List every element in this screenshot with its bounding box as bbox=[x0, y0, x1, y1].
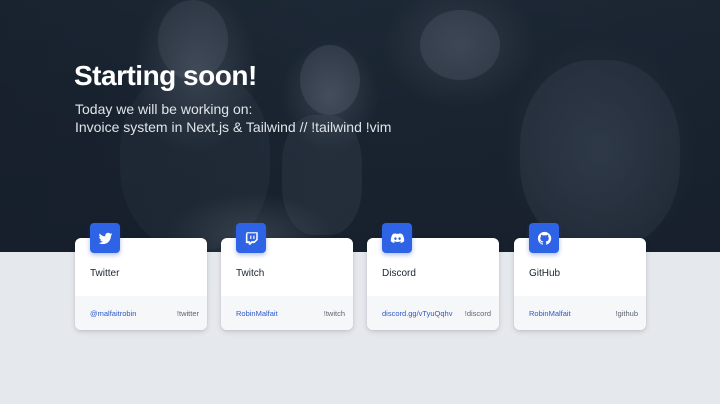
card-command: !discord bbox=[464, 308, 491, 318]
twitch-icon bbox=[236, 223, 266, 253]
github-icon bbox=[529, 223, 559, 253]
card-footer: @malfaitrobin !twitter bbox=[75, 296, 207, 330]
social-card-discord[interactable]: Discord discord.gg/vTyuQqhv !discord bbox=[367, 223, 499, 330]
card-title: GitHub bbox=[529, 268, 561, 279]
twitter-icon bbox=[90, 223, 120, 253]
card-title: Twitch bbox=[236, 268, 265, 279]
card-title: Discord bbox=[382, 268, 416, 279]
card-command: !github bbox=[615, 308, 638, 318]
social-cards: Twitter @malfaitrobin !twitter Twitch Ro… bbox=[0, 0, 720, 404]
card-footer: RobinMalfait !twitch bbox=[221, 296, 353, 330]
social-card-twitch[interactable]: Twitch RobinMalfait !twitch bbox=[221, 223, 353, 330]
card-command: !twitch bbox=[323, 308, 345, 318]
card-footer: discord.gg/vTyuQqhv !discord bbox=[367, 296, 499, 330]
social-card-twitter[interactable]: Twitter @malfaitrobin !twitter bbox=[75, 223, 207, 330]
social-card-github[interactable]: GitHub RobinMalfait !github bbox=[514, 223, 646, 330]
card-command: !twitter bbox=[176, 308, 199, 318]
discord-icon bbox=[382, 223, 412, 253]
card-footer: RobinMalfait !github bbox=[514, 296, 646, 330]
card-handle-link[interactable]: RobinMalfait bbox=[236, 309, 278, 318]
card-handle-link[interactable]: discord.gg/vTyuQqhv bbox=[382, 309, 452, 318]
card-handle-link[interactable]: RobinMalfait bbox=[529, 309, 571, 318]
card-handle-link[interactable]: @malfaitrobin bbox=[90, 309, 136, 318]
card-title: Twitter bbox=[90, 268, 120, 279]
